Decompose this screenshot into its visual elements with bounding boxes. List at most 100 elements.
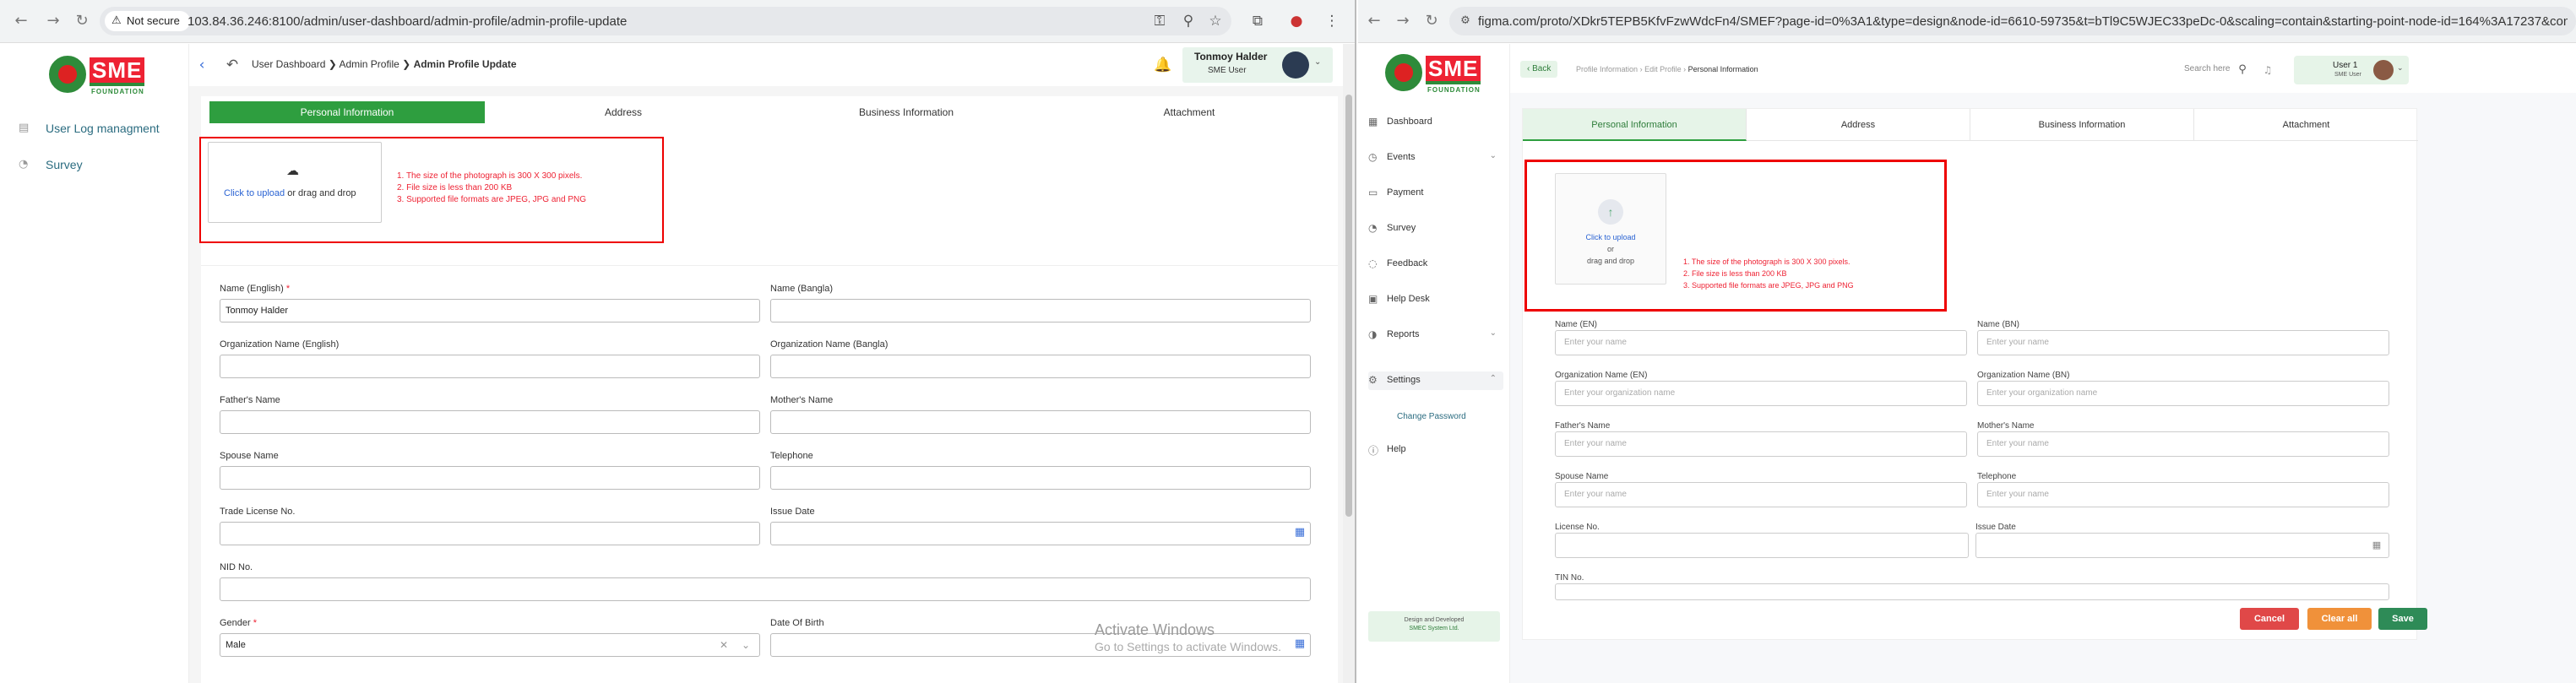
issue-date-input[interactable] [1975, 533, 2389, 558]
search-icon[interactable]: ⚲ [2233, 61, 2252, 79]
save-button[interactable]: Save [2378, 608, 2427, 630]
reload-icon[interactable]: ↻ [1422, 12, 1441, 30]
breadcrumb-sep-icon: ❯ [402, 58, 414, 70]
back-arrow-icon[interactable]: ← [1365, 12, 1383, 30]
breadcrumb-item[interactable]: Admin Profile [339, 58, 399, 70]
sidebar-item-label: Help [1387, 444, 1406, 454]
calendar-icon[interactable]: ▦ [2367, 536, 2386, 555]
issue-date-input[interactable] [770, 522, 1311, 545]
tab-business-information[interactable]: Business Information [767, 101, 1046, 123]
extensions-icon[interactable]: ⧉ [1248, 12, 1267, 30]
upload-rule: 3. Supported file formats are JPEG, JPG … [397, 195, 586, 204]
father-name-input[interactable] [220, 410, 760, 434]
url-text[interactable]: 103.84.36.246:8100/admin/user-dashboard/… [187, 14, 627, 29]
sidebar-item-reports[interactable]: ◑ Reports ⌄ [1368, 326, 1503, 344]
photo-upload-dropzone[interactable]: ☁ Click to upload or drag and drop [208, 142, 382, 223]
org-bangla-input[interactable] [770, 355, 1311, 378]
not-secure-label: Not secure [127, 14, 180, 27]
chevron-down-icon[interactable]: ⌄ [736, 636, 755, 654]
clear-all-button[interactable]: Clear all [2307, 608, 2372, 630]
trade-license-input[interactable] [220, 522, 760, 545]
back-arrow-icon[interactable]: ← [12, 12, 30, 30]
main-content: ‹ Back Profile Information › Edit Profil… [1510, 44, 2576, 683]
not-secure-chip[interactable]: ⚠ Not secure [105, 11, 190, 31]
scrollbar[interactable] [1343, 44, 1355, 683]
tab-attachment[interactable]: Attachment [2194, 109, 2418, 141]
tab-personal-information[interactable]: Personal Information [1523, 109, 1747, 141]
sidebar-item-payment[interactable]: ▭ Payment [1368, 184, 1503, 203]
forward-arrow-icon[interactable]: → [1394, 12, 1412, 30]
breadcrumb-item[interactable]: Profile Information [1576, 65, 1638, 73]
mother-name-input[interactable]: Enter your name [1977, 431, 2389, 457]
search-input[interactable]: Search here [2184, 64, 2230, 73]
back-button[interactable]: ‹ Back [1520, 61, 1558, 78]
tin-input[interactable] [1555, 583, 2389, 600]
submenu-change-password[interactable]: Change Password [1397, 412, 1466, 421]
father-name-input[interactable]: Enter your name [1555, 431, 1967, 457]
click-to-upload-link[interactable]: Click to upload [1556, 231, 1666, 243]
cancel-button[interactable]: Cancel [2240, 608, 2299, 630]
spouse-name-input[interactable] [220, 466, 760, 490]
org-english-input[interactable] [220, 355, 760, 378]
org-en-input[interactable]: Enter your organization name [1555, 381, 1967, 406]
scrollbar-thumb[interactable] [1345, 95, 1352, 517]
sidebar-item-help[interactable]: ⓘ Help [1368, 441, 1503, 459]
license-input[interactable] [1555, 533, 1969, 558]
spouse-name-input[interactable]: Enter your name [1555, 482, 1967, 507]
sidebar-item-feedback[interactable]: ◌ Feedback [1368, 255, 1503, 274]
sme-logo[interactable]: SME FOUNDATION [1385, 51, 1485, 100]
bell-icon[interactable]: 🔔 [1154, 56, 1172, 74]
sidebar-item-events[interactable]: ◷ Events ⌄ [1368, 149, 1503, 167]
profile-icon[interactable]: ● [1287, 12, 1306, 30]
undo-icon[interactable]: ↶ [223, 56, 242, 74]
photo-upload-dropzone[interactable]: ↑ Click to upload or drag and drop [1555, 173, 1666, 285]
zoom-icon[interactable]: ⚲ [1179, 12, 1198, 30]
breadcrumb-item[interactable]: Edit Profile [1644, 65, 1682, 73]
reload-icon[interactable]: ↻ [73, 12, 91, 30]
telephone-input[interactable]: Enter your name [1977, 482, 2389, 507]
nid-input[interactable] [220, 577, 1311, 601]
sme-logo[interactable]: SME FOUNDATION [49, 52, 149, 101]
key-icon[interactable]: ⚿ [1150, 12, 1169, 30]
menu-icon[interactable]: ⋮ [1323, 12, 1341, 30]
sidebar-item-helpdesk[interactable]: ▣ Help Desk [1368, 290, 1503, 309]
name-en-input[interactable]: Enter your name [1555, 330, 1967, 355]
breadcrumb-item[interactable]: User Dashboard [252, 58, 325, 70]
sidebar-item-settings[interactable]: ⚙ Settings ⌃ [1368, 371, 1503, 390]
tab-address[interactable]: Address [497, 101, 750, 123]
name-english-input[interactable]: Tonmoy Halder [220, 299, 760, 323]
spouse-name-label: Spouse Name [1555, 472, 1609, 481]
site-info-icon[interactable]: ⚙ [1456, 12, 1475, 30]
calendar-icon[interactable]: ▦ [1291, 523, 1309, 542]
gender-select[interactable]: Male [220, 633, 760, 657]
tab-business-information[interactable]: Business Information [1970, 109, 2194, 141]
tab-personal-information[interactable]: Personal Information [209, 101, 485, 123]
bell-icon[interactable]: ♫ [2258, 61, 2277, 79]
sidebar-item-dashboard[interactable]: ▦ Dashboard [1368, 113, 1503, 132]
tab-address[interactable]: Address [1747, 109, 1970, 141]
star-icon[interactable]: ☆ [1206, 12, 1225, 30]
mother-name-input[interactable] [770, 410, 1311, 434]
telephone-label: Telephone [770, 451, 813, 461]
telephone-input[interactable] [770, 466, 1311, 490]
user-menu[interactable]: Tonmoy Halder SME User ⌄ [1182, 47, 1333, 83]
org-bn-input[interactable]: Enter your organization name [1977, 381, 2389, 406]
right-browser-window: ← → ↻ ⚙ figma.com/proto/XDkr5TEPB5KfvFzw… [1358, 0, 2576, 683]
name-bangla-input[interactable] [770, 299, 1311, 323]
url-text[interactable]: figma.com/proto/XDkr5TEPB5KfvFzwWdcFn4/S… [1478, 14, 2568, 29]
payment-icon: ▭ [1368, 187, 1378, 198]
name-bn-input[interactable]: Enter your name [1977, 330, 2389, 355]
sidebar-item-survey[interactable]: ◔ Survey [1368, 220, 1503, 238]
address-bar[interactable]: ⚙ figma.com/proto/XDkr5TEPB5KfvFzwWdcFn4… [1449, 7, 2576, 35]
tin-label: TIN No. [1555, 573, 1584, 583]
calendar-icon[interactable]: ▦ [1291, 635, 1309, 653]
user-menu[interactable]: User 1 SME User ⌄ [2294, 56, 2409, 84]
collapse-chevron-icon[interactable]: ‹ [193, 56, 211, 74]
address-bar[interactable]: ⚠ Not secure 103.84.36.246:8100/admin/use… [100, 7, 1231, 35]
clear-icon[interactable]: ✕ [715, 636, 733, 654]
tab-attachment[interactable]: Attachment [1054, 101, 1324, 123]
breadcrumb-sep-icon: ❯ [328, 58, 340, 70]
click-to-upload-link[interactable]: Click to upload [224, 188, 285, 198]
forward-arrow-icon[interactable]: → [44, 12, 62, 30]
required-mark: * [253, 618, 258, 628]
